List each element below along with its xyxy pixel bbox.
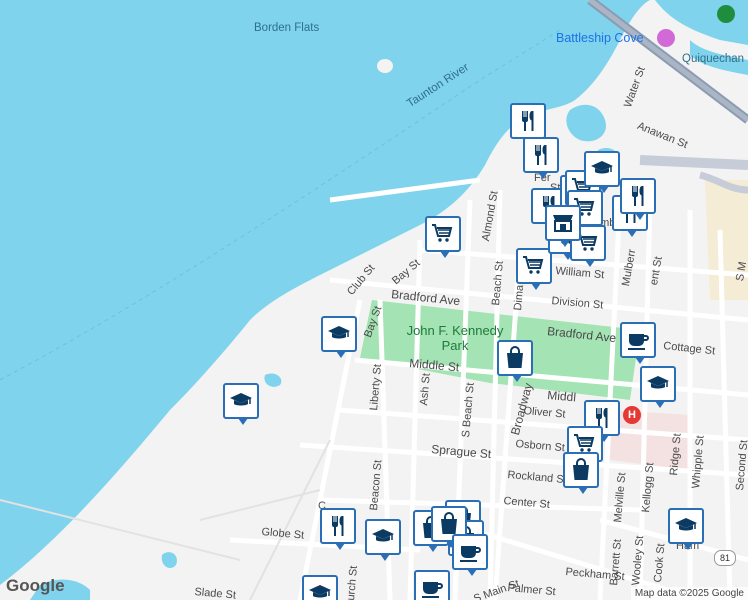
- shopping-bag-marker[interactable]: [497, 340, 533, 382]
- school-icon: [309, 585, 331, 598]
- store-marker[interactable]: [545, 205, 581, 247]
- school-icon: [230, 393, 252, 406]
- school-marker[interactable]: [640, 366, 676, 408]
- battleship-cove-pin: [657, 29, 675, 47]
- shopping-bag-icon: [507, 346, 523, 368]
- quiquechan-river-label: Quiquechan River: [682, 53, 748, 65]
- shopping-bag-marker[interactable]: [563, 452, 599, 494]
- street-dimaio-st: Dima: [512, 284, 527, 312]
- cafe-icon: [460, 546, 481, 562]
- cafe-marker[interactable]: [620, 322, 656, 364]
- shopping-cart-icon: [523, 256, 544, 274]
- park-label[interactable]: John F. Kennedy Park: [405, 323, 505, 353]
- cafe-marker[interactable]: [414, 570, 450, 600]
- hospital-icon[interactable]: H: [623, 406, 641, 424]
- restaurant-icon: [632, 186, 644, 206]
- restaurant-marker[interactable]: [510, 103, 546, 145]
- map-attribution: Map data ©2025 Google: [630, 587, 748, 600]
- shopping-bag-icon: [573, 458, 589, 480]
- restaurant-marker[interactable]: [523, 137, 559, 179]
- school-marker[interactable]: [321, 316, 357, 358]
- restaurant-icon: [332, 516, 344, 536]
- street-slade-st: Slade St: [193, 586, 237, 600]
- restaurant-marker[interactable]: [620, 178, 656, 220]
- school-marker[interactable]: [302, 575, 338, 600]
- map-canvas[interactable]: Borden Flats Taunton River Quiquechan Ri…: [0, 0, 748, 600]
- school-icon: [328, 326, 350, 339]
- school-icon: [675, 518, 697, 531]
- street-middle-st-2: Middl: [546, 388, 577, 405]
- small-island: [377, 59, 393, 73]
- restaurant-marker[interactable]: [320, 508, 356, 550]
- school-marker[interactable]: [668, 508, 704, 550]
- school-marker[interactable]: [584, 151, 620, 193]
- google-logo: Google: [6, 576, 65, 595]
- battleship-cove-label[interactable]: Battleship Cove: [556, 31, 644, 45]
- street-s-main-edge: S M: [734, 260, 748, 283]
- park-pin: [717, 5, 735, 23]
- shopping-cart-marker[interactable]: [425, 216, 461, 258]
- restaurant-icon: [522, 111, 534, 131]
- store-icon: [553, 215, 573, 232]
- borden-flats-label: Borden Flats: [254, 22, 320, 34]
- restaurant-icon: [535, 145, 547, 165]
- cafe-icon: [422, 582, 443, 598]
- highway-ramp: [639, 155, 748, 170]
- cafe-icon: [628, 334, 649, 350]
- school-icon: [591, 161, 613, 174]
- school-marker[interactable]: [365, 519, 401, 561]
- downtown-area: [705, 180, 748, 300]
- route-81-badge: 81: [714, 550, 736, 566]
- school-icon: [647, 376, 669, 389]
- school-icon: [372, 529, 394, 542]
- shopping-cart-icon: [432, 224, 453, 242]
- cafe-marker[interactable]: [452, 534, 488, 576]
- shopping-cart-marker[interactable]: [516, 248, 552, 290]
- school-marker[interactable]: [223, 383, 259, 425]
